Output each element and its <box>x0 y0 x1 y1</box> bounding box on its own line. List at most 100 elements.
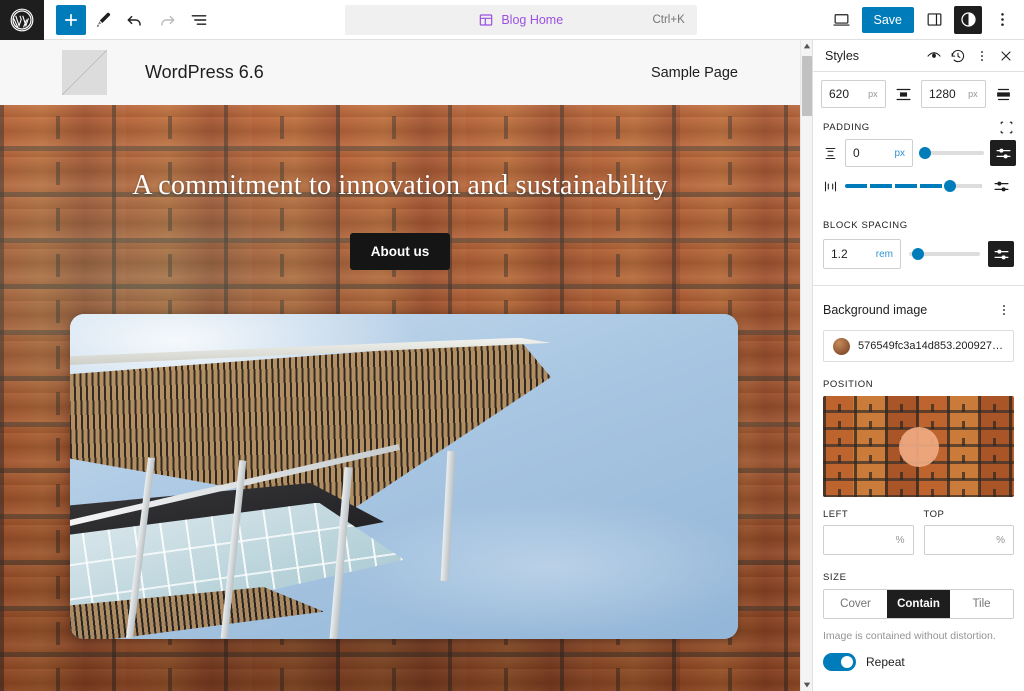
size-segmented-control: Cover Contain Tile <box>823 589 1014 619</box>
eye-icon[interactable] <box>922 44 946 68</box>
background-image-chip[interactable]: 576549fc3a14d853.20092773... <box>823 330 1014 362</box>
slider-track-rest <box>951 184 982 188</box>
background-image-chip-wrap: 576549fc3a14d853.20092773... <box>813 330 1024 362</box>
top-input[interactable]: % <box>923 525 1014 555</box>
position-preview[interactable] <box>823 396 1014 497</box>
hero-heading: A commitment to innovation and sustainab… <box>132 170 668 201</box>
command-bar-content: Blog Home <box>345 12 697 28</box>
clock-history-icon[interactable] <box>946 44 970 68</box>
position-drag-handle[interactable] <box>898 426 939 467</box>
wordpress-site-editor: Blog Home Ctrl+K Save WordPress 6.6 Samp… <box>0 0 1024 691</box>
padding-section-header: PADDING <box>813 112 1024 137</box>
padding-horizontal-settings-icon[interactable] <box>988 173 1014 199</box>
padding-vertical-settings-icon[interactable] <box>990 140 1016 166</box>
styles-sidebar: Styles 620 px 1280 px PADDING 0 px BLOCK… <box>812 40 1024 691</box>
slider-thumb[interactable] <box>919 147 931 159</box>
undo-button[interactable] <box>120 5 150 35</box>
wordpress-logo-icon[interactable] <box>0 0 44 40</box>
top-field-group: TOP % <box>923 509 1014 555</box>
styles-panel-header: Styles <box>813 40 1024 72</box>
padding-vertical-value: 0 <box>853 146 860 160</box>
left-field-group: LEFT % <box>823 509 914 555</box>
canvas-scrollbar[interactable] <box>800 40 812 691</box>
command-bar[interactable]: Blog Home Ctrl+K <box>344 4 697 35</box>
wide-width-value: 1280 <box>929 87 956 101</box>
content-image-block[interactable] <box>70 314 738 639</box>
block-spacing-settings-icon[interactable] <box>988 241 1014 267</box>
background-image-filename: 576549fc3a14d853.20092773... <box>858 340 1004 352</box>
align-wide-width-icon[interactable] <box>991 81 1016 107</box>
nav-item-sample-page[interactable]: Sample Page <box>651 65 738 81</box>
position-label: POSITION <box>823 379 874 390</box>
site-logo-placeholder[interactable] <box>62 50 107 95</box>
wide-width-unit: px <box>968 89 978 99</box>
styles-contrast-icon[interactable] <box>954 5 982 34</box>
left-input[interactable]: % <box>823 525 914 555</box>
editor-canvas[interactable]: WordPress 6.6 Sample Page A commitment t… <box>0 40 800 691</box>
layout-width-row: 620 px 1280 px <box>813 72 1024 112</box>
slider-thumb[interactable] <box>943 180 956 192</box>
wide-width-input[interactable]: 1280 px <box>921 80 986 108</box>
block-spacing-slider[interactable] <box>909 245 980 263</box>
command-bar-shortcut: Ctrl+K <box>652 13 685 26</box>
desktop-preview-icon[interactable] <box>828 6 856 34</box>
site-header: WordPress 6.6 Sample Page <box>0 40 800 105</box>
link-sides-icon[interactable] <box>999 120 1014 135</box>
close-x-icon[interactable] <box>994 44 1018 68</box>
top-label: TOP <box>923 509 945 520</box>
command-bar-wrapper: Blog Home Ctrl+K <box>214 4 828 35</box>
top-bar-right-tools: Save <box>828 5 1024 34</box>
repeat-toggle[interactable] <box>823 653 856 671</box>
settings-sidebar-icon[interactable] <box>920 6 948 34</box>
block-spacing-input[interactable]: 1.2 rem <box>823 239 901 269</box>
background-image-menu-icon[interactable] <box>992 298 1016 322</box>
content-width-input[interactable]: 620 px <box>821 80 886 108</box>
three-dots-vertical-icon[interactable] <box>970 44 994 68</box>
size-help-text: Image is contained without distortion. <box>823 630 996 642</box>
editor-top-bar: Blog Home Ctrl+K Save <box>0 0 1024 40</box>
padding-label: PADDING <box>823 122 870 133</box>
block-spacing-value: 1.2 <box>831 247 848 261</box>
padding-vertical-row: 0 px <box>813 137 1024 167</box>
left-label: LEFT <box>823 509 849 520</box>
padding-vertical-input[interactable]: 0 px <box>845 139 913 167</box>
size-option-tile[interactable]: Tile <box>950 590 1013 618</box>
size-section-header: SIZE <box>813 555 1024 589</box>
padding-vertical-unit: px <box>894 147 905 159</box>
block-spacing-row: 1.2 rem <box>813 235 1024 269</box>
template-layout-icon <box>478 12 494 28</box>
align-content-width-icon[interactable] <box>891 81 916 107</box>
horizontal-sides-icon <box>821 179 839 194</box>
padding-vertical-slider[interactable] <box>919 144 984 162</box>
padding-horizontal-row <box>813 167 1024 199</box>
size-option-contain[interactable]: Contain <box>887 590 950 618</box>
edit-tool-button[interactable] <box>88 5 118 35</box>
position-preview-wrap <box>813 396 1024 497</box>
architecture-photo <box>70 314 738 639</box>
padding-horizontal-slider[interactable] <box>845 177 982 195</box>
slider-thumb[interactable] <box>911 248 924 260</box>
top-bar-left-tools <box>44 4 214 35</box>
styles-panel-body: 620 px 1280 px PADDING 0 px BLOCK SPACIN… <box>813 72 1024 691</box>
size-option-cover[interactable]: Cover <box>824 590 887 618</box>
about-us-button[interactable]: About us <box>349 233 451 270</box>
vertical-sides-icon <box>821 146 839 161</box>
hero-cover-block[interactable]: A commitment to innovation and sustainab… <box>0 105 800 691</box>
content-width-value: 620 <box>829 87 850 101</box>
styles-panel-title: Styles <box>825 48 860 63</box>
site-title: WordPress 6.6 <box>145 62 264 82</box>
command-bar-label: Blog Home <box>501 12 564 27</box>
redo-button[interactable] <box>152 5 182 35</box>
size-help-wrap: Image is contained without distortion. <box>813 619 1024 644</box>
scrollbar-thumb[interactable] <box>802 56 812 116</box>
list-view-button[interactable] <box>184 5 214 35</box>
size-segmented-wrap: Cover Contain Tile <box>813 589 1024 619</box>
repeat-label: Repeat <box>866 655 905 669</box>
background-image-header: Background image <box>813 286 1024 330</box>
size-label: SIZE <box>823 572 847 583</box>
block-spacing-unit: rem <box>875 248 893 260</box>
save-button[interactable]: Save <box>861 6 914 33</box>
block-spacing-label: BLOCK SPACING <box>823 220 908 231</box>
add-block-button[interactable] <box>56 4 86 35</box>
more-options-icon[interactable] <box>988 6 1016 34</box>
